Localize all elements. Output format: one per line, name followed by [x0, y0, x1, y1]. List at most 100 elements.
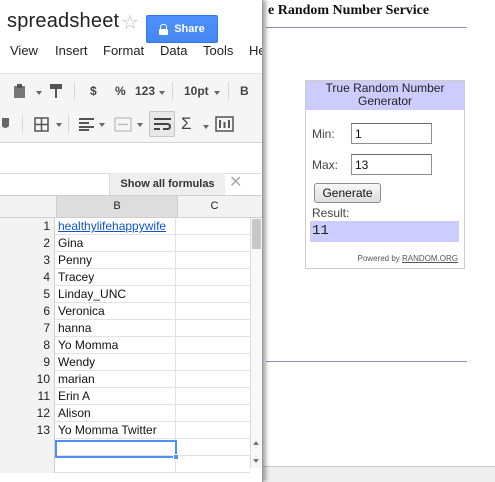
menu-help[interactable]: He	[249, 43, 262, 58]
row-number[interactable]: 6	[0, 303, 55, 320]
fill-color-icon[interactable]	[0, 116, 12, 132]
borders-icon[interactable]	[34, 117, 49, 132]
row-number[interactable]: 2	[0, 235, 55, 252]
cell-b3[interactable]: Penny	[56, 252, 176, 269]
cell-b5[interactable]: Linday_UNC	[56, 286, 176, 303]
share-button[interactable]: Share	[146, 15, 218, 43]
cell-b11[interactable]: Erin A	[56, 388, 176, 405]
menu-insert[interactable]: Insert	[55, 43, 88, 58]
number-format-button[interactable]: 123	[135, 84, 155, 98]
scroll-up-icon[interactable]	[253, 441, 259, 445]
cell-c[interactable]	[177, 422, 250, 439]
scrollbar-thumb[interactable]	[252, 219, 261, 249]
font-size-dropdown-arrow[interactable]	[214, 91, 220, 95]
cell-c[interactable]	[177, 320, 250, 337]
cell-b8[interactable]: Yo Momma	[56, 337, 176, 354]
cell-b12[interactable]: Alison	[56, 405, 176, 422]
cell-c[interactable]	[177, 303, 250, 320]
column-header-b[interactable]: B	[56, 196, 177, 217]
row-number[interactable]: 9	[0, 354, 55, 371]
row-number[interactable]: 7	[0, 320, 55, 337]
paste-dropdown-arrow[interactable]	[36, 91, 42, 95]
row-number[interactable]: 10	[0, 371, 55, 388]
merge-cells-icon[interactable]	[114, 117, 132, 132]
document-title[interactable]: spreadsheet	[7, 10, 119, 33]
row-number[interactable]: 8	[0, 337, 55, 354]
menu-bar: View Insert Format Data Tools He	[0, 43, 262, 61]
row-number[interactable]	[0, 456, 55, 473]
powered-by: Powered by RANDOM.ORG	[358, 254, 458, 263]
star-icon[interactable]: ☆	[121, 10, 139, 35]
corner-cell[interactable]	[0, 196, 56, 217]
cell-c[interactable]	[177, 456, 250, 473]
cell-b13[interactable]: Yo Momma Twitter	[56, 422, 176, 439]
menu-data[interactable]: Data	[160, 43, 187, 58]
scroll-down-icon[interactable]	[253, 459, 259, 463]
row-number[interactable]: 4	[0, 269, 55, 286]
paint-format-icon[interactable]	[48, 82, 64, 100]
random-org-link[interactable]: RANDOM.ORG	[402, 254, 458, 263]
cell-c[interactable]	[177, 235, 250, 252]
row-number[interactable]: 12	[0, 405, 55, 422]
column-header-c[interactable]: C	[177, 196, 251, 217]
cell-b9[interactable]: Wendy	[56, 354, 176, 371]
cell-b4[interactable]: Tracey	[56, 269, 176, 286]
align-left-icon[interactable]	[79, 118, 94, 131]
menu-tools[interactable]: Tools	[203, 43, 233, 58]
min-input[interactable]	[351, 123, 432, 144]
bold-button[interactable]: B	[240, 84, 249, 98]
close-icon[interactable]: ✕	[229, 172, 242, 192]
percent-format-button[interactable]: %	[115, 84, 126, 98]
spreadsheet-window: spreadsheet ☆ Share View Insert Format D…	[0, 0, 263, 482]
random-number-widget: True Random Number Generator Min: Max: G…	[305, 80, 465, 269]
cell-c[interactable]	[177, 269, 250, 286]
align-dropdown-arrow[interactable]	[99, 123, 105, 127]
widget-title: True Random Number Generator	[306, 81, 464, 110]
table-row: 5 Linday_UNC	[0, 286, 250, 303]
max-input[interactable]	[351, 154, 432, 175]
cell-b10[interactable]: marian	[56, 371, 176, 388]
cell-c[interactable]	[177, 286, 250, 303]
row-number[interactable]: 13	[0, 422, 55, 439]
menu-format[interactable]: Format	[103, 43, 144, 58]
menu-view[interactable]: View	[10, 43, 38, 58]
font-size-select[interactable]: 10pt	[184, 84, 209, 98]
number-format-dropdown-arrow[interactable]	[159, 91, 165, 95]
cell-c[interactable]	[177, 371, 250, 388]
table-row: 9 Wendy	[0, 354, 250, 371]
wrap-text-button[interactable]	[149, 111, 175, 137]
vertical-scrollbar[interactable]	[250, 218, 262, 468]
row-number[interactable]: 5	[0, 286, 55, 303]
cell-c[interactable]	[177, 354, 250, 371]
row-number[interactable]	[0, 439, 55, 456]
currency-format-button[interactable]: $	[90, 84, 97, 98]
selected-cell[interactable]	[55, 440, 177, 458]
borders-dropdown-arrow[interactable]	[56, 123, 62, 127]
table-row: 3 Penny	[0, 252, 250, 269]
cell-b15[interactable]	[56, 456, 176, 473]
cell-c[interactable]	[177, 252, 250, 269]
row-number[interactable]: 3	[0, 252, 55, 269]
insert-chart-icon[interactable]	[215, 116, 234, 132]
cell-c[interactable]	[177, 439, 250, 456]
cell-c[interactable]	[177, 337, 250, 354]
cell-b2[interactable]: Gina	[56, 235, 176, 252]
function-dropdown-arrow[interactable]	[203, 125, 209, 129]
sum-function-icon[interactable]: Σ	[181, 114, 192, 134]
row-number[interactable]: 1	[0, 218, 55, 235]
cell-b6[interactable]: Veronica	[56, 303, 176, 320]
fill-handle[interactable]	[173, 454, 179, 460]
cell-c[interactable]	[177, 388, 250, 405]
row-number[interactable]: 11	[0, 388, 55, 405]
merge-dropdown-arrow[interactable]	[137, 123, 143, 127]
table-row: 13 Yo Momma Twitter	[0, 422, 250, 439]
footer-divider	[266, 361, 467, 362]
cell-c[interactable]	[177, 405, 250, 422]
min-label: Min:	[312, 127, 335, 141]
cell-b1[interactable]: healthylifehappywife	[56, 218, 176, 235]
show-all-formulas-button[interactable]: Show all formulas	[109, 173, 225, 195]
cell-c[interactable]	[177, 218, 250, 235]
paste-icon[interactable]	[12, 83, 28, 99]
cell-b7[interactable]: hanna	[56, 320, 176, 337]
generate-button[interactable]: Generate	[314, 183, 381, 203]
